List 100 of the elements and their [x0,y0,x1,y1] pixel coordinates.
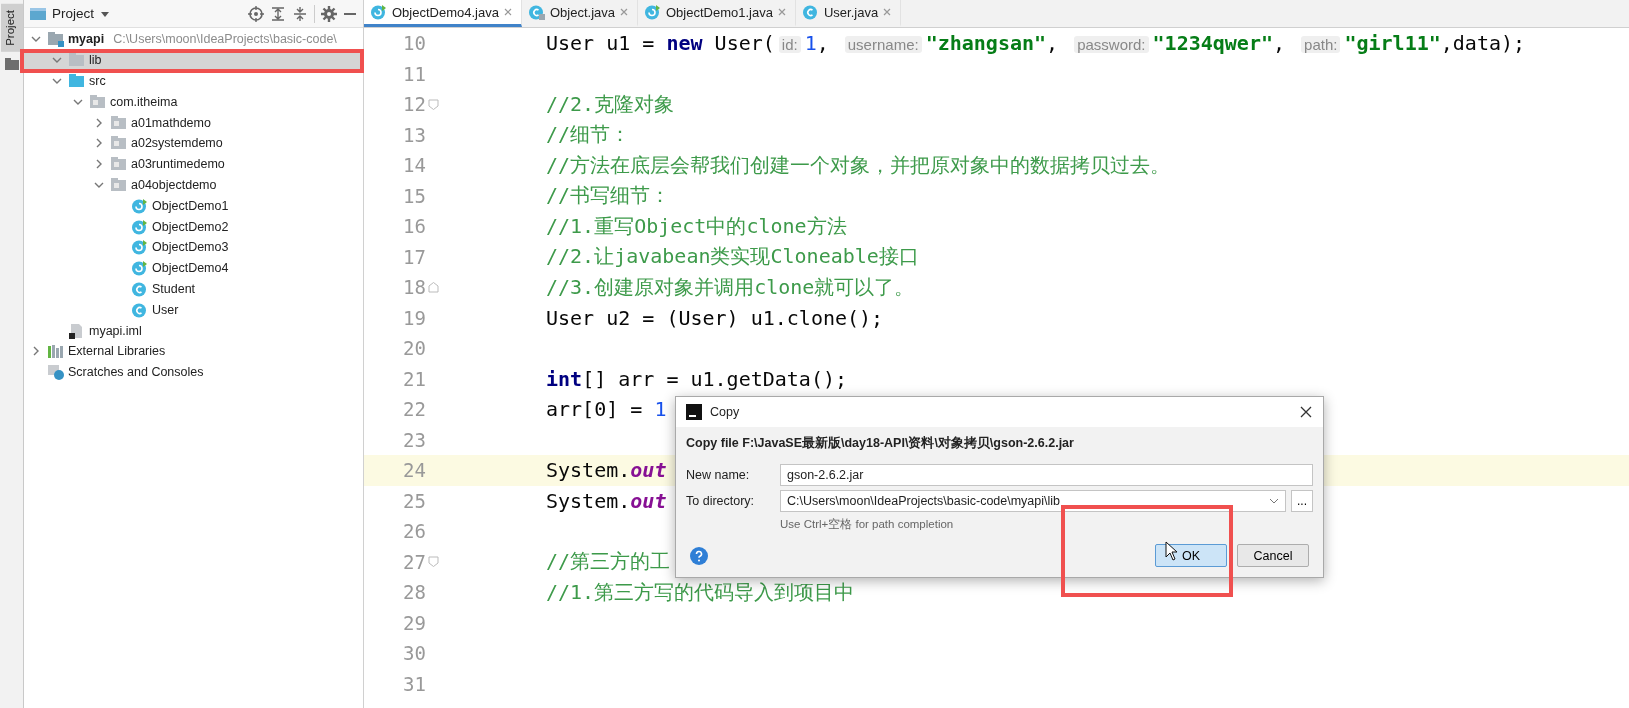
folder-icon [68,73,86,89]
code-line: System.out [546,458,667,483]
line-number: 14 [402,154,426,177]
editor-tab[interactable]: ObjectDemo1.java [638,0,796,27]
line-number: 16 [402,215,426,238]
caret-icon[interactable] [100,9,111,18]
line-number: 12 [402,93,426,116]
class-icon [370,4,388,20]
tree-item[interactable]: User [24,299,363,321]
code-line: //第三方的工 [546,548,671,576]
package-icon [110,176,128,193]
code-line: int[] arr = u1.getData(); [546,366,848,391]
line-number: 23 [402,428,426,451]
package-icon [89,93,107,110]
line-number: 28 [402,581,426,604]
line-number: 17 [402,245,426,268]
tree-item[interactable]: src [24,70,363,92]
tree-item[interactable]: myapi.iml [24,320,363,341]
tree-item[interactable]: ObjectDemo4 [24,257,363,279]
library-icon [47,343,65,360]
code-line: //1.第三方写的代码导入到项目中 [546,578,855,606]
tree-item[interactable]: Student [24,278,363,300]
editor-tab[interactable]: Object.java [521,0,638,27]
code-line: //2.克隆对象 [546,90,675,118]
tree-item[interactable]: Scratches and Consoles [24,361,363,383]
class-icon [131,239,149,256]
field-label: To directory: [686,494,756,508]
code-line: //1.重写Object中的clone方法 [546,212,847,240]
tree-item[interactable]: myapi C:\Users\moon\IdeaProjects\basic-code\ [24,29,363,50]
editor-tab[interactable]: ObjectDemo4.java [364,0,522,27]
panel-title[interactable]: Project [52,6,95,21]
line-number: 27 [402,550,426,573]
code-line: arr[0] = 1 [546,397,667,422]
editor-tab[interactable]: User.java [795,0,902,27]
settings-icon[interactable] [321,5,337,22]
package-icon [110,114,128,131]
folder-icon [4,57,19,70]
tree-item[interactable]: a03runtimedemo [24,153,363,175]
line-number: 22 [402,398,426,421]
class-icon [801,4,820,20]
line-number: 19 [402,306,426,329]
package-icon [110,135,128,152]
tree-item[interactable]: ObjectDemo1 [24,195,363,217]
project-icon [30,6,46,21]
class-icon [131,218,149,235]
locate-icon[interactable] [248,5,264,22]
help-icon[interactable] [690,546,708,565]
class-icon [644,4,662,20]
tree-item[interactable]: a02systemdemo [24,133,363,154]
browse-button[interactable]: ... [1291,490,1313,512]
line-number: 24 [402,459,426,482]
field-label: New name: [686,468,751,482]
code-line: //书写细节： [546,182,671,210]
tree-item[interactable]: a01mathdemo [24,112,363,133]
chevron-down-icon[interactable] [1269,498,1279,504]
line-number: 18 [402,276,426,299]
input-field[interactable]: gson-2.6.2.jar [780,464,1313,486]
line-number: 15 [402,184,426,207]
module-folder-icon [47,31,65,48]
line-number: 11 [402,62,426,85]
line-number: 20 [402,337,426,360]
line-number: 31 [402,672,426,695]
scratches-icon [47,364,65,381]
class-icon [131,260,149,277]
code-line: System.out [546,488,667,513]
code-line: User u2 = (User) u1.clone(); [546,305,884,330]
code-line: //2.让javabean类实现Cloneable接口 [546,243,919,271]
tree-item[interactable]: ObjectDemo2 [24,216,363,237]
code-line: //方法在底层会帮我们创建一个对象，并把原对象中的数据拷贝过去。 [546,151,1171,179]
code-line: //3.创建原对象并调用clone就可以了。 [546,273,915,301]
expand-all-icon[interactable] [270,5,286,22]
line-number: 10 [402,32,426,55]
tree-item[interactable]: ObjectDemo3 [24,236,363,258]
tree-item[interactable]: com.itheima [24,91,363,113]
dialog-message: Copy file F:\JavaSE最新版\day18-API\资料\对象拷贝\gson-2.6.2.jar [685,435,1075,452]
class-icon [131,301,149,318]
tree-item[interactable]: External Libraries [24,340,363,362]
code-line: //细节： [546,121,631,149]
close-icon[interactable] [1299,405,1313,419]
ok-button[interactable]: OK [1155,544,1227,567]
line-number: 25 [402,489,426,512]
line-number: 29 [402,611,426,634]
collapse-all-icon[interactable] [292,5,308,22]
directory-combo[interactable]: C:\Users\moon\IdeaProjects\basic-code\myapi\lib [780,490,1286,512]
mouse-cursor-icon [1165,541,1179,561]
project-tool-tab[interactable]: Project [0,4,23,52]
package-icon [110,156,128,173]
hint-text: Use Ctrl+空格 for path completion [779,517,955,532]
tree-item[interactable]: a04objectdemo [24,174,363,196]
code-line: User u1 = new User( id: 1, username: "zhangsan", password: "1234qwer", path: "girl11",data); [546,31,1526,56]
line-number: 26 [402,520,426,543]
folder-icon [68,52,86,69]
app-logo-icon [686,404,702,420]
class-icon [527,4,546,20]
dialog-title: Copy [710,405,740,419]
line-number: 30 [402,642,426,665]
line-number: 21 [402,367,426,390]
cancel-button[interactable]: Cancel [1237,544,1309,567]
project-path: C:\Users\moon\IdeaProjects\basic-code\ [113,32,337,47]
class-icon [131,280,149,297]
